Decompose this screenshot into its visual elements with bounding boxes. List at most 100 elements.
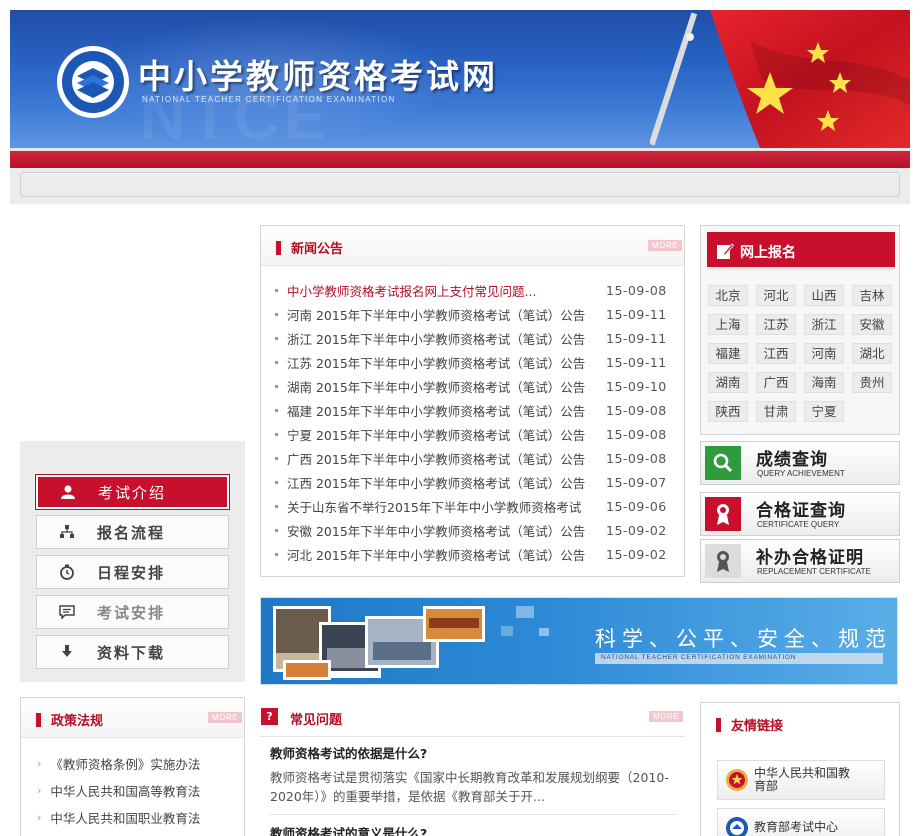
news-item[interactable]: 河北 2015年下半年中小学教师资格考试（笔试）公告 15-09-02 xyxy=(275,542,673,566)
bullet-icon xyxy=(275,456,278,460)
province-hainan[interactable]: 海南 xyxy=(804,372,844,393)
section-marker xyxy=(276,241,281,255)
province-fujian[interactable]: 福建 xyxy=(708,343,748,364)
menu-item-label: 报名流程 xyxy=(97,523,166,542)
news-item[interactable]: 广西 2015年下半年中小学教师资格考试（笔试）公告 15-09-08 xyxy=(275,446,673,470)
province-zhejiang[interactable]: 浙江 xyxy=(804,314,844,335)
promo-banner[interactable]: 科学、公平、安全、规范 NATIONAL TEACHER CERTIFICATI… xyxy=(260,597,898,685)
policy-more-button[interactable]: MORE xyxy=(208,712,242,723)
province-anhui[interactable]: 安徽 xyxy=(852,314,892,335)
section-marker xyxy=(716,718,721,732)
news-item[interactable]: 江苏 2015年下半年中小学教师资格考试（笔试）公告 15-09-11 xyxy=(275,350,673,374)
chevron-right-icon: › xyxy=(37,757,42,770)
links-panel: 友情链接 中华人民共和国教育部 教育部考试中心 xyxy=(700,702,900,836)
province-jiangxi[interactable]: 江西 xyxy=(756,343,796,364)
province-beijing[interactable]: 北京 xyxy=(708,285,748,306)
province-shanghai[interactable]: 上海 xyxy=(708,314,748,335)
link-exam-center[interactable]: 教育部考试中心 xyxy=(717,808,885,836)
registration-panel: 网上报名 北京 河北 山西 吉林 上海 江苏 浙江 安徽 福建 江西 河南 湖北… xyxy=(700,225,900,435)
news-item[interactable]: 浙江 2015年下半年中小学教师资格考试（笔试）公告 15-09-11 xyxy=(275,326,673,350)
province-guizhou[interactable]: 贵州 xyxy=(852,372,892,393)
bullet-icon xyxy=(275,480,278,484)
province-henan[interactable]: 河南 xyxy=(804,343,844,364)
service-title: 合格证查询 xyxy=(756,501,846,521)
chevron-right-icon: › xyxy=(37,784,42,797)
bullet-icon xyxy=(275,408,278,412)
nav-area xyxy=(10,168,910,204)
news-more-button[interactable]: MORE xyxy=(648,240,682,251)
province-hebei[interactable]: 河北 xyxy=(756,285,796,306)
site-logo-icon xyxy=(57,46,129,118)
bullet-icon xyxy=(275,504,278,508)
province-shanxi[interactable]: 山西 xyxy=(804,285,844,306)
news-item[interactable]: 福建 2015年下半年中小学教师资格考试（笔试）公告 15-09-08 xyxy=(275,398,673,422)
national-emblem-icon xyxy=(726,769,748,791)
policy-panel-title: 政策法规 xyxy=(51,714,104,729)
edit-icon xyxy=(716,242,735,264)
bullet-icon xyxy=(275,336,278,340)
service-subtitle: REPLACEMENT CERTIFICATE xyxy=(757,567,871,576)
search-icon xyxy=(705,446,741,480)
chevron-right-icon: › xyxy=(37,811,42,824)
faq-question[interactable]: 教师资格考试的依据是什么? xyxy=(270,743,427,762)
policy-item[interactable]: › 《教师资格条例》实施办法 xyxy=(37,750,200,777)
province-grid: 北京 河北 山西 吉林 上海 江苏 浙江 安徽 福建 江西 河南 湖北 湖南 广… xyxy=(708,285,898,422)
site-subtitle: NATIONAL TEACHER CERTIFICATION EXAMINATI… xyxy=(142,95,396,104)
policy-item[interactable]: › 中华人民共和国职业教育法 xyxy=(37,804,200,831)
menu-item-registration-flow[interactable]: 报名流程 xyxy=(36,515,229,549)
province-hunan[interactable]: 湖南 xyxy=(708,372,748,393)
service-title: 补办合格证明 xyxy=(756,548,864,568)
menu-item-downloads[interactable]: 资料下载 xyxy=(36,635,229,669)
news-item[interactable]: 安徽 2015年下半年中小学教师资格考试（笔试）公告 15-09-02 xyxy=(275,518,673,542)
faq-divider xyxy=(270,814,676,815)
policy-item[interactable]: › 中华人民共和国高等教育法 xyxy=(37,777,200,804)
news-item[interactable]: 湖南 2015年下半年中小学教师资格考试（笔试）公告 15-09-10 xyxy=(275,374,673,398)
faq-question[interactable]: 教师资格考试的意义是什么? xyxy=(270,823,427,836)
province-gansu[interactable]: 甘肃 xyxy=(756,401,796,422)
menu-item-exam-intro[interactable]: 考试介绍 xyxy=(35,474,230,510)
news-item[interactable]: 关于山东省不举行2015年下半年中小学教师资格考试 15-09-06 xyxy=(275,494,673,518)
link-ministry-of-education[interactable]: 中华人民共和国教育部 xyxy=(717,760,885,800)
bullet-icon xyxy=(275,384,278,388)
photo-collage-icon xyxy=(273,606,549,680)
registration-title: 网上报名 xyxy=(740,245,796,261)
menu-item-label: 日程安排 xyxy=(97,563,166,582)
registration-header[interactable]: 网上报名 xyxy=(707,232,895,270)
faq-more-button[interactable]: MORE xyxy=(649,711,683,722)
nav-bar xyxy=(20,172,900,197)
news-item[interactable]: 河南 2015年下半年中小学教师资格考试（笔试）公告 15-09-11 xyxy=(275,302,673,326)
news-item[interactable]: 宁夏 2015年下半年中小学教师资格考试（笔试）公告 15-09-08 xyxy=(275,422,673,446)
service-subtitle: QUERY ACHIEVEMENT xyxy=(757,469,845,478)
policy-list: › 《教师资格条例》实施办法 › 中华人民共和国高等教育法 › 中华人民共和国职业教育… xyxy=(37,750,200,831)
bullet-icon xyxy=(275,552,278,556)
certificate-query-button[interactable]: 合格证查询 CERTIFICATE QUERY xyxy=(700,492,900,536)
menu-item-schedule[interactable]: 日程安排 xyxy=(36,555,229,589)
faq-panel-title: 常见问题 xyxy=(290,713,343,728)
user-icon xyxy=(38,485,98,499)
service-subtitle: CERTIFICATE QUERY xyxy=(757,520,840,529)
policy-panel-header: 政策法规 MORE xyxy=(21,698,244,738)
news-item[interactable]: 中小学教师资格考试报名网上支付常见问题... 15-09-08 xyxy=(275,278,673,302)
menu-item-exam-arrangement[interactable]: 考试安排 xyxy=(36,595,229,629)
province-shaanxi[interactable]: 陕西 xyxy=(708,401,748,422)
news-panel-header: 新闻公告 MORE xyxy=(261,226,684,266)
score-query-button[interactable]: 成绩查询 QUERY ACHIEVEMENT xyxy=(700,441,900,485)
exam-center-logo-icon xyxy=(726,817,748,836)
news-panel-title: 新闻公告 xyxy=(291,242,344,257)
news-item[interactable]: 江西 2015年下半年中小学教师资格考试（笔试）公告 15-09-07 xyxy=(275,470,673,494)
site-title: 中小学教师资格考试网 xyxy=(138,57,498,96)
links-panel-header: 友情链接 xyxy=(701,703,899,743)
menu-item-label: 考试安排 xyxy=(97,603,166,622)
province-jilin[interactable]: 吉林 xyxy=(852,285,892,306)
province-guangxi[interactable]: 广西 xyxy=(756,372,796,393)
faq-panel: ? 常见问题 MORE 教师资格考试的依据是什么? 教师资格考试是贯彻落实《国家… xyxy=(260,697,685,836)
province-jiangsu[interactable]: 江苏 xyxy=(756,314,796,335)
bullet-icon xyxy=(275,312,278,316)
flag-icon xyxy=(650,10,910,148)
menu-item-label: 考试介绍 xyxy=(98,483,167,502)
replacement-certificate-button[interactable]: 补办合格证明 REPLACEMENT CERTIFICATE xyxy=(700,539,900,583)
flow-icon xyxy=(37,525,97,539)
province-hubei[interactable]: 湖北 xyxy=(852,343,892,364)
bullet-icon xyxy=(275,528,278,532)
province-ningxia[interactable]: 宁夏 xyxy=(804,401,844,422)
